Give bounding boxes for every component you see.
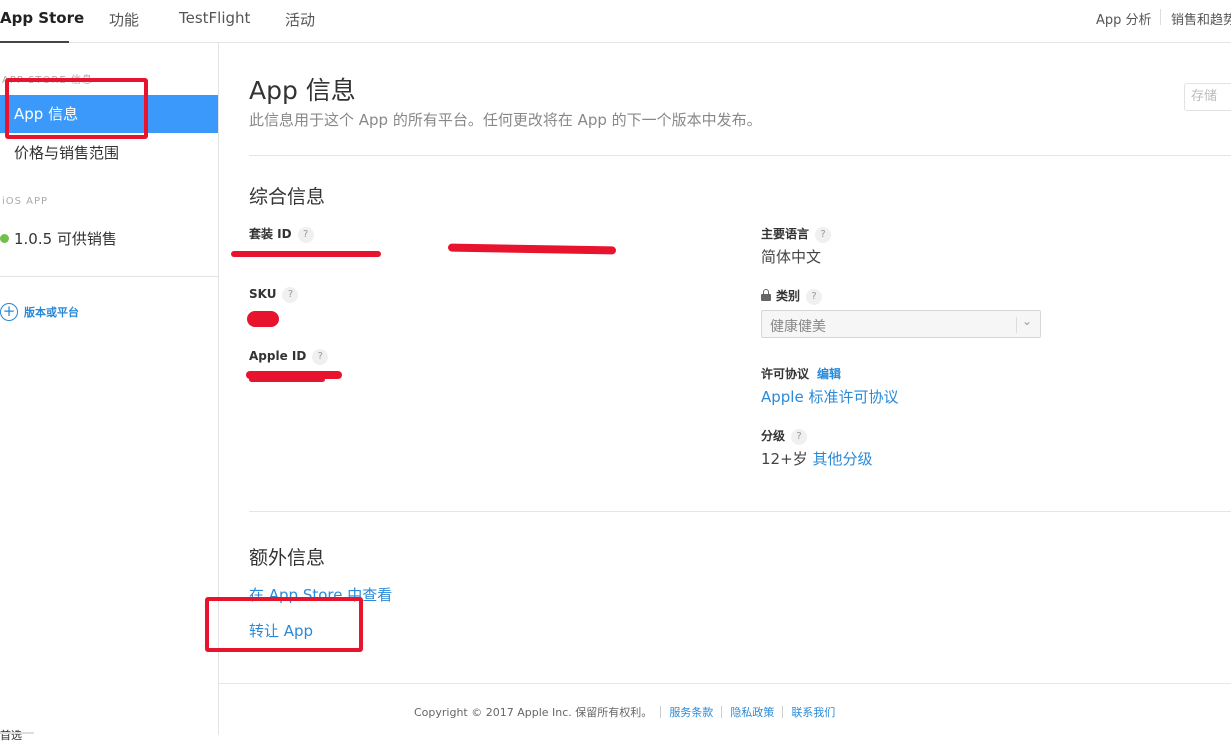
rating-label: 分级? — [761, 427, 808, 445]
section-title-general: 综合信息 — [249, 186, 326, 208]
tab-activity[interactable]: 活动 — [285, 9, 315, 30]
top-nav: App Store 功能 TestFlight 活动 App 分析 销售和趋势 — [0, 0, 1231, 43]
redaction-mark — [247, 311, 279, 327]
category-label: 类别? — [761, 287, 823, 305]
category-select[interactable]: 健康健美 ⌄ — [761, 310, 1041, 338]
help-icon[interactable]: ? — [312, 349, 329, 365]
bundle-id-label: 套装 ID? — [249, 225, 314, 243]
nav-app-analytics[interactable]: App 分析 — [1096, 9, 1152, 28]
add-version-button[interactable]: + 版本或平台 — [0, 301, 79, 321]
main-content: App 信息 此信息用于这个 App 的所有平台。任何更改将在 App 的下一个… — [219, 43, 1231, 735]
page-title: App 信息 — [249, 76, 356, 105]
license-link[interactable]: Apple 标准许可协议 — [761, 386, 898, 407]
help-icon[interactable]: ? — [297, 227, 314, 243]
save-button[interactable]: 存储 — [1184, 83, 1231, 111]
footer-divider — [219, 683, 1231, 684]
sidebar-item-version[interactable]: 1.0.5 可供销售 — [0, 220, 218, 258]
copyright-text: Copyright © 2017 Apple Inc. 保留所有权利。 — [414, 706, 653, 719]
rating-value: 12+岁 — [761, 450, 808, 468]
tab-testflight[interactable]: TestFlight — [179, 9, 250, 27]
primary-language-value: 简体中文 — [761, 248, 822, 266]
help-icon[interactable]: ? — [815, 227, 832, 243]
apple-id-label: Apple ID? — [249, 349, 329, 365]
footer-privacy-link[interactable]: 隐私政策 — [730, 706, 774, 719]
sidebar-divider — [0, 276, 218, 277]
sidebar-bottom-underline — [0, 732, 34, 734]
footer: Copyright © 2017 Apple Inc. 保留所有权利。 服务条款 隐… — [414, 704, 835, 720]
footer-contact-link[interactable]: 联系我们 — [791, 706, 835, 719]
nav-sales-trends[interactable]: 销售和趋势 — [1171, 9, 1231, 28]
plus-circle-icon: + — [0, 302, 18, 321]
nav-separator — [1160, 9, 1161, 25]
footer-terms-link[interactable]: 服务条款 — [669, 706, 713, 719]
redaction-mark — [249, 377, 325, 382]
annotation-box-transfer-app — [205, 597, 363, 652]
select-separator — [1016, 317, 1017, 333]
lock-icon — [761, 289, 771, 301]
help-icon[interactable]: ? — [791, 429, 808, 445]
add-version-label: 版本或平台 — [24, 305, 79, 319]
annotation-box-app-info — [5, 78, 148, 139]
redaction-mark — [231, 251, 381, 257]
chevron-down-icon: ⌄ — [1022, 314, 1033, 328]
redaction-mark — [447, 243, 617, 255]
help-icon[interactable]: ? — [806, 289, 823, 305]
page-subtitle: 此信息用于这个 App 的所有平台。任何更改将在 App 的下一个版本中发布。 — [249, 111, 762, 129]
sidebar-section-ios: iOS APP — [2, 196, 49, 207]
divider — [249, 511, 1231, 512]
sidebar-bottom-item[interactable]: 首选 — [0, 727, 22, 743]
version-label: 1.0.5 可供销售 — [14, 230, 117, 248]
tab-app-store[interactable]: App Store — [0, 9, 84, 27]
license-edit-link[interactable]: 编辑 — [817, 367, 841, 381]
sku-label: SKU? — [249, 287, 299, 303]
other-ratings-link[interactable]: 其他分级 — [812, 450, 872, 468]
category-select-value: 健康健美 — [770, 319, 826, 335]
primary-language-label: 主要语言? — [761, 225, 832, 243]
status-dot-icon — [0, 234, 9, 243]
sidebar-item-pricing[interactable]: 价格与销售范围 — [0, 134, 218, 172]
rating-value-row: 12+岁 其他分级 — [761, 448, 872, 469]
help-icon[interactable]: ? — [282, 287, 299, 303]
tab-features[interactable]: 功能 — [109, 9, 139, 30]
sidebar: APP STORE 信息 App 信息 价格与销售范围 iOS APP 1.0.… — [0, 43, 219, 742]
license-label: 许可协议 编辑 — [761, 367, 842, 381]
section-title-additional: 额外信息 — [249, 547, 326, 569]
divider — [249, 155, 1231, 156]
